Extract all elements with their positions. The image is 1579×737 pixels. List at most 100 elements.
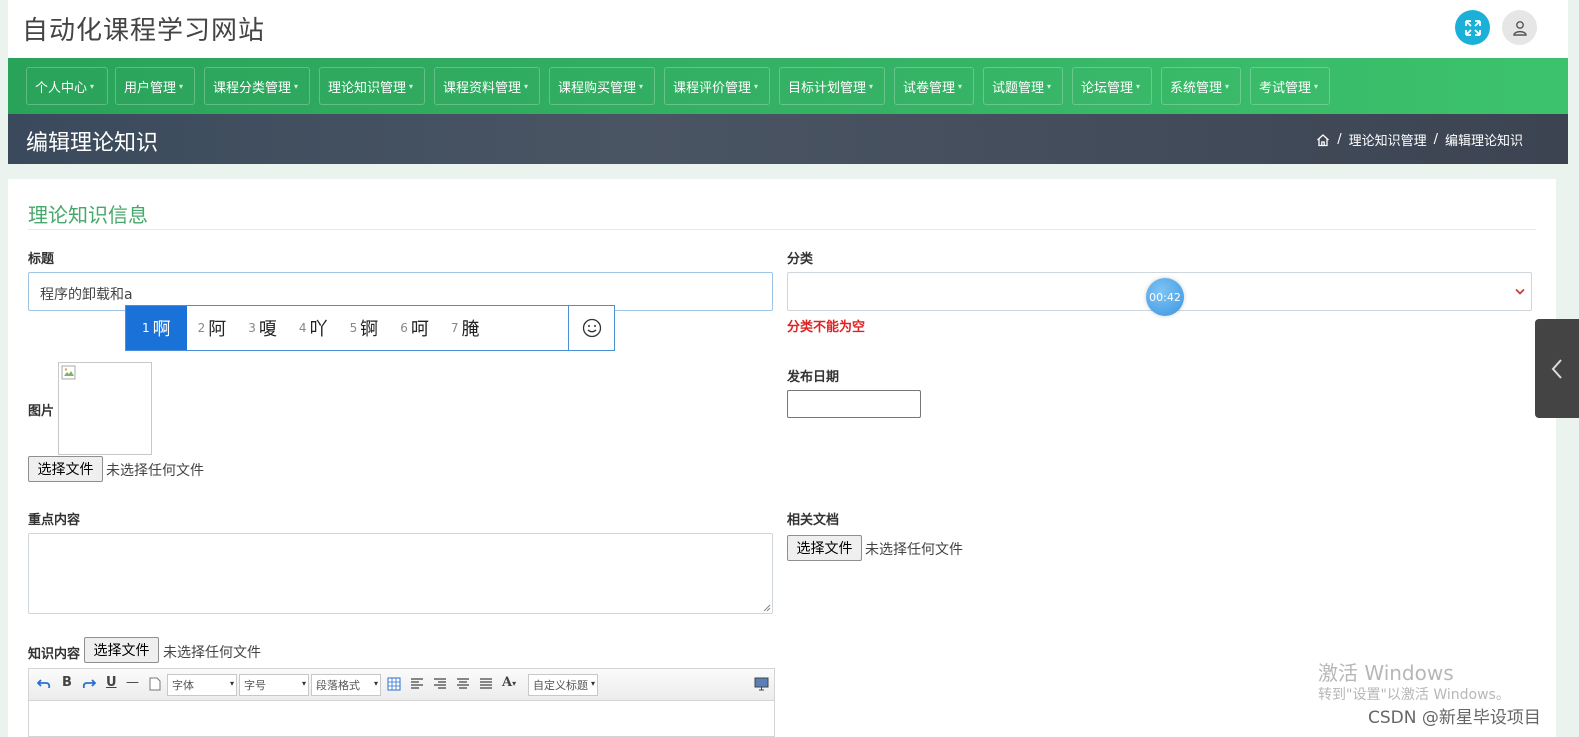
expand-icon xyxy=(1464,19,1481,36)
key-content-textarea[interactable] xyxy=(28,533,773,614)
caret-down-icon: ▾ xyxy=(373,679,378,688)
site-title: 自动化课程学习网站 xyxy=(22,16,266,46)
breadcrumb-separator: / xyxy=(1433,132,1438,147)
font-family-select[interactable]: 字体 ▾ xyxy=(167,674,237,696)
caret-down-icon: ▾ xyxy=(1047,81,1052,91)
page-title: 编辑理论知识 xyxy=(26,131,159,156)
align-center-icon[interactable] xyxy=(456,677,470,691)
breadcrumb: / 理论知识管理 / 编辑理论知识 xyxy=(1316,130,1523,149)
image-preview xyxy=(58,362,152,455)
nav-item-user-management[interactable]: 用户管理 ▾ xyxy=(115,67,195,105)
align-right-icon[interactable] xyxy=(433,677,447,691)
nav-item-course-purchase[interactable]: 课程购买管理 ▾ xyxy=(549,67,655,105)
windows-activation-watermark: 激活 Windows xyxy=(1318,661,1454,685)
nav-item-course-review[interactable]: 课程评价管理 ▾ xyxy=(664,67,770,105)
caret-down-icon: ▾ xyxy=(229,679,234,688)
caret-down-icon: ▾ xyxy=(639,81,644,91)
caret-down-icon: ▾ xyxy=(1225,81,1230,91)
fullscreen-button[interactable] xyxy=(1455,10,1490,45)
key-content-label: 重点内容 xyxy=(28,513,81,528)
undo-icon[interactable] xyxy=(37,677,51,691)
breadcrumb-separator: / xyxy=(1337,132,1342,147)
category-error: 分类不能为空 xyxy=(787,320,866,335)
windows-activation-hint: 转到"设置"以激活 Windows。 xyxy=(1318,687,1510,703)
ime-candidate[interactable]: 2阿 xyxy=(187,306,238,350)
caret-down-icon: ▾ xyxy=(524,81,529,91)
caret-down-icon: ▾ xyxy=(179,81,184,91)
nav-item-theory-knowledge[interactable]: 理论知识管理 ▾ xyxy=(319,67,425,105)
chevron-down-icon xyxy=(1515,288,1525,295)
align-justify-icon[interactable] xyxy=(479,677,493,691)
underline-icon[interactable]: U xyxy=(106,675,117,690)
horizontal-rule-icon[interactable]: — xyxy=(126,675,139,690)
nav-item-course-category[interactable]: 课程分类管理 ▾ xyxy=(204,67,310,105)
knowledge-file-status: 未选择任何文件 xyxy=(163,645,261,661)
caret-down-icon: ▾ xyxy=(301,679,306,688)
caret-down-icon: ▾ xyxy=(869,81,874,91)
rich-text-editor: B U — 字体 ▾ 字号 ▾ 段落格式 ▾ A▾ 自定义标题 ▾ xyxy=(28,668,775,737)
knowledge-file-button[interactable]: 选择文件 xyxy=(84,637,159,663)
csdn-watermark: CSDN @新星毕设项目 xyxy=(1368,708,1541,728)
ime-candidate[interactable]: 4吖 xyxy=(288,306,339,350)
main-nav: 个人中心 ▾ 用户管理 ▾ 课程分类管理 ▾ 理论知识管理 ▾ 课程资料管理 ▾ 课程购买… xyxy=(8,58,1568,114)
caret-down-icon: ▾ xyxy=(1136,81,1141,91)
page-icon[interactable] xyxy=(149,677,161,691)
section-title: 理论知识信息 xyxy=(28,203,148,227)
editor-toolbar: B U — 字体 ▾ 字号 ▾ 段落格式 ▾ A▾ 自定义标题 ▾ xyxy=(29,669,774,701)
page-header: 编辑理论知识 / 理论知识管理 / 编辑理论知识 xyxy=(8,114,1568,164)
caret-down-icon: ▾ xyxy=(90,81,95,91)
caret-down-icon: ▾ xyxy=(294,81,299,91)
bold-icon[interactable]: B xyxy=(62,675,72,690)
publish-date-input[interactable] xyxy=(787,390,921,418)
caret-down-icon: ▾ xyxy=(754,81,759,91)
caret-down-icon: ▾ xyxy=(1314,81,1319,91)
smiley-icon xyxy=(582,318,601,338)
ime-candidate[interactable]: 6呵 xyxy=(389,306,440,350)
nav-item-paper-management[interactable]: 试卷管理 ▾ xyxy=(894,67,974,105)
font-size-select[interactable]: 字号 ▾ xyxy=(239,674,309,696)
category-label: 分类 xyxy=(787,252,814,267)
font-color-icon[interactable]: A▾ xyxy=(502,675,516,690)
resize-handle-icon[interactable] xyxy=(762,603,771,612)
ime-candidate[interactable]: 3嗄 xyxy=(237,306,288,350)
side-panel-toggle[interactable] xyxy=(1535,319,1579,418)
nav-item-forum-management[interactable]: 论坛管理 ▾ xyxy=(1072,67,1152,105)
caret-down-icon: ▾ xyxy=(958,81,963,91)
related-doc-file-button[interactable]: 选择文件 xyxy=(787,535,862,561)
image-file-button[interactable]: 选择文件 xyxy=(28,456,103,482)
user-icon xyxy=(1512,20,1527,36)
broken-image-icon xyxy=(61,365,76,380)
ime-candidate[interactable]: 7腌 xyxy=(440,306,491,350)
home-icon[interactable] xyxy=(1316,133,1330,147)
emoji-button[interactable] xyxy=(568,306,614,350)
table-icon[interactable] xyxy=(387,677,401,691)
publish-date-label: 发布日期 xyxy=(787,370,840,385)
top-header: 自动化课程学习网站 xyxy=(8,0,1568,58)
preview-icon[interactable] xyxy=(754,677,769,691)
ime-candidate[interactable]: 1啊 xyxy=(126,306,187,350)
related-doc-label: 相关文档 xyxy=(787,513,840,528)
nav-item-system-management[interactable]: 系统管理 ▾ xyxy=(1161,67,1241,105)
title-input-value: 程序的卸载和a xyxy=(40,287,133,303)
user-button[interactable] xyxy=(1502,10,1537,45)
caret-down-icon: ▾ xyxy=(590,679,595,688)
ime-candidate[interactable]: 5锕 xyxy=(339,306,390,350)
align-left-icon[interactable] xyxy=(410,677,424,691)
knowledge-content-label: 知识内容 xyxy=(28,647,81,662)
nav-item-course-materials[interactable]: 课程资料管理 ▾ xyxy=(434,67,540,105)
nav-item-personal-center[interactable]: 个人中心 ▾ xyxy=(26,67,108,105)
nav-item-goal-plan[interactable]: 目标计划管理 ▾ xyxy=(779,67,885,105)
image-label: 图片 xyxy=(28,404,55,419)
section-divider xyxy=(28,229,1536,230)
chevron-left-icon xyxy=(1551,358,1562,379)
redo-icon[interactable] xyxy=(82,677,96,691)
nav-item-question-management[interactable]: 试题管理 ▾ xyxy=(983,67,1063,105)
image-file-status: 未选择任何文件 xyxy=(106,463,204,479)
paragraph-format-select[interactable]: 段落格式 ▾ xyxy=(311,674,381,696)
nav-item-exam-management[interactable]: 考试管理 ▾ xyxy=(1250,67,1330,105)
recording-timer: 00:42 xyxy=(1146,278,1184,316)
breadcrumb-item-theory-management[interactable]: 理论知识管理 xyxy=(1349,130,1427,149)
breadcrumb-item-current: 编辑理论知识 xyxy=(1444,134,1523,149)
custom-heading-select[interactable]: 自定义标题 ▾ xyxy=(528,674,598,696)
caret-down-icon: ▾ xyxy=(409,81,414,91)
